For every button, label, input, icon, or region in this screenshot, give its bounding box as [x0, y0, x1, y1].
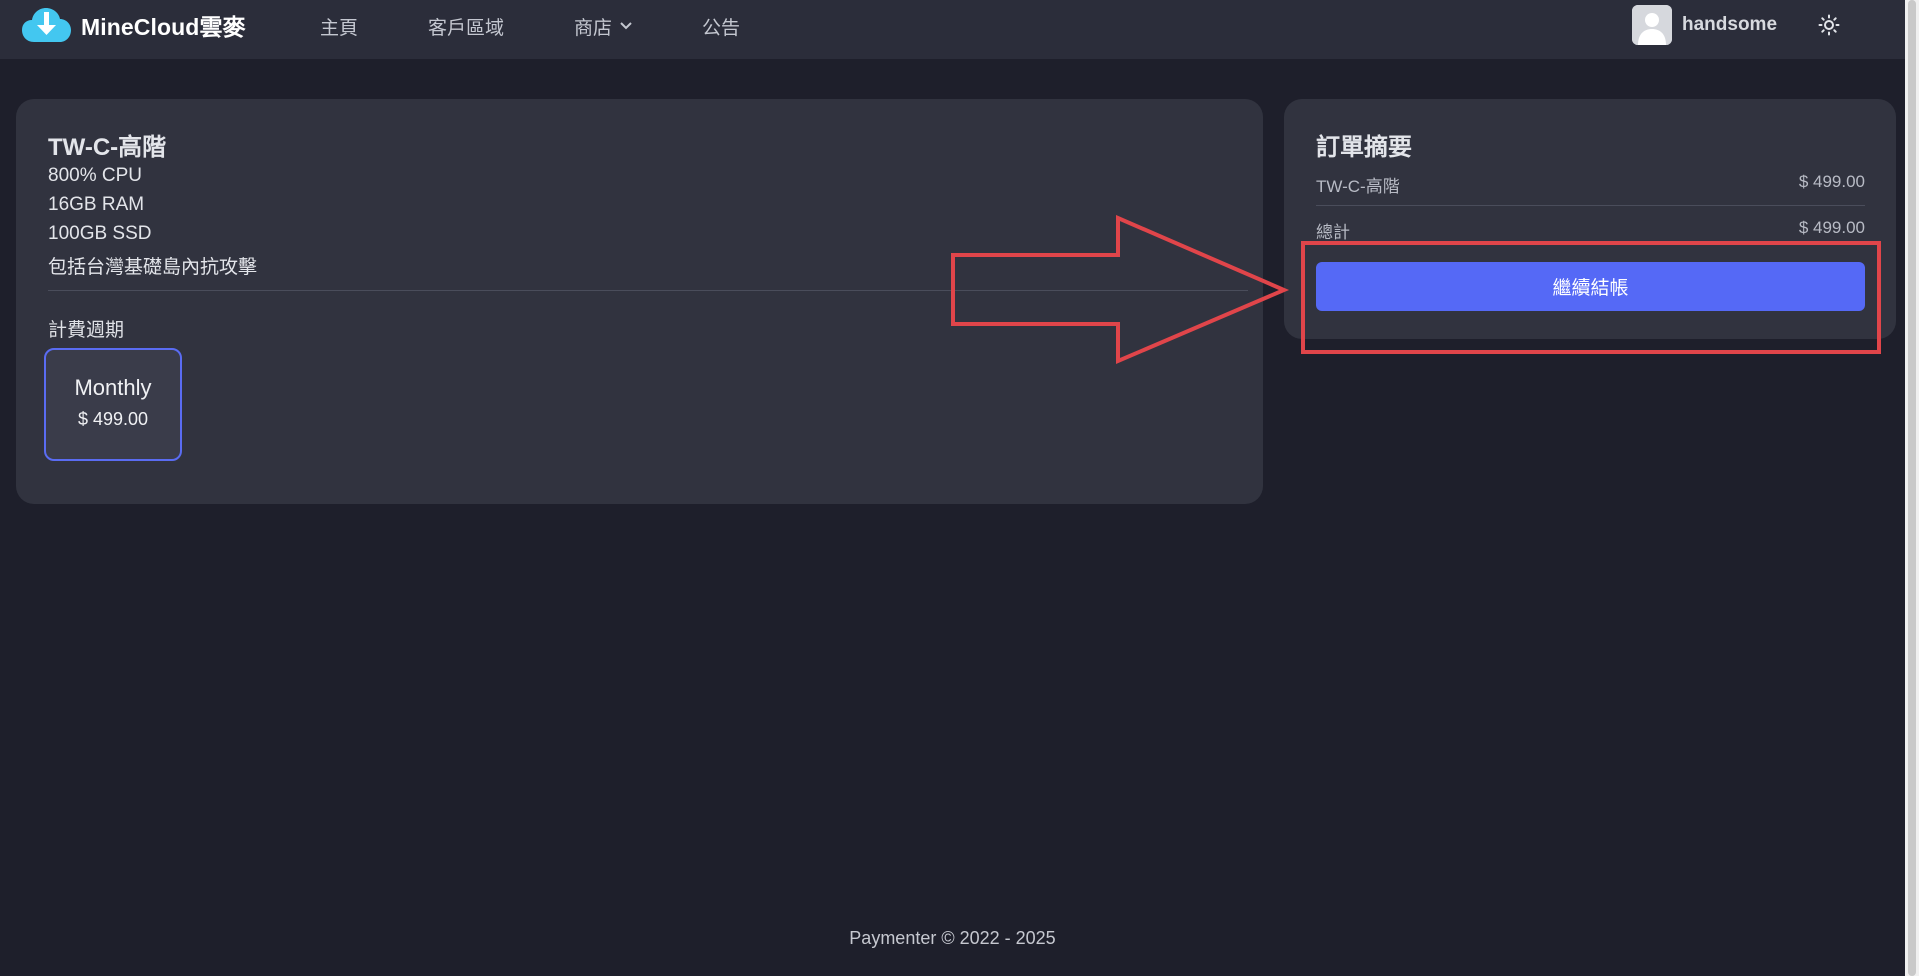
- summary-item-price: $ 499.00: [1798, 172, 1865, 191]
- spec-ram: 16GB RAM: [48, 194, 145, 215]
- divider: [1316, 205, 1865, 206]
- nav-home[interactable]: 主頁: [320, 13, 358, 40]
- checkout-button[interactable]: 繼續結帳: [1316, 262, 1865, 311]
- scrollbar-thumb[interactable]: [1908, 0, 1916, 976]
- summary-total-label: 總計: [1316, 223, 1350, 242]
- spec-ddos-protection: 包括台灣基礎島內抗攻擊: [48, 257, 258, 278]
- sun-icon[interactable]: [1818, 14, 1840, 36]
- username: handsome: [1682, 14, 1778, 35]
- spec-storage: 100GB SSD: [48, 223, 152, 244]
- product-card: TW-C-高階 800% CPU 16GB RAM 100GB SSD 包括台灣…: [16, 99, 1263, 504]
- summary-item-name: TW-C-高階: [1316, 177, 1400, 196]
- divider: [48, 290, 1248, 291]
- product-title: TW-C-高階: [48, 134, 167, 161]
- nav-shop-label: 商店: [574, 17, 613, 39]
- billing-option-price: $ 499.00: [77, 409, 149, 429]
- brand-name: MineCloud雲麥: [81, 14, 246, 40]
- nav-shop-dropdown[interactable]: 商店: [574, 13, 632, 40]
- summary-total-row: 總計 $ 499.00: [1316, 218, 1865, 243]
- nav-announcements[interactable]: 公告: [702, 13, 740, 40]
- main-nav: 主頁 客戶區域 商店 公告: [320, 0, 810, 52]
- cloud-download-logo-icon: [22, 8, 71, 42]
- billing-period-label: 計費週期: [48, 320, 125, 341]
- brand-link[interactable]: MineCloud雲麥: [22, 8, 246, 42]
- order-summary-title: 訂單摘要: [1316, 134, 1412, 161]
- user-menu[interactable]: handsome: [1632, 5, 1777, 45]
- chevron-down-icon: [620, 22, 632, 30]
- scrollbar[interactable]: [1905, 0, 1919, 976]
- spec-cpu: 800% CPU: [48, 165, 142, 186]
- billing-option-name: Monthly: [74, 375, 152, 400]
- top-navbar: MineCloud雲麥 主頁 客戶區域 商店 公告 handsome: [0, 0, 1919, 59]
- footer-copyright: Paymenter © 2022 - 2025: [849, 928, 1056, 948]
- summary-total-price: $ 499.00: [1798, 218, 1865, 237]
- summary-item-row: TW-C-高階 $ 499.00: [1316, 172, 1865, 197]
- nav-client-area[interactable]: 客戶區域: [428, 13, 504, 40]
- avatar: [1632, 5, 1672, 45]
- billing-option-monthly[interactable]: Monthly $ 499.00: [44, 348, 182, 461]
- order-summary-card: 訂單摘要 TW-C-高階 $ 499.00 總計 $ 499.00 繼續結帳: [1284, 99, 1896, 339]
